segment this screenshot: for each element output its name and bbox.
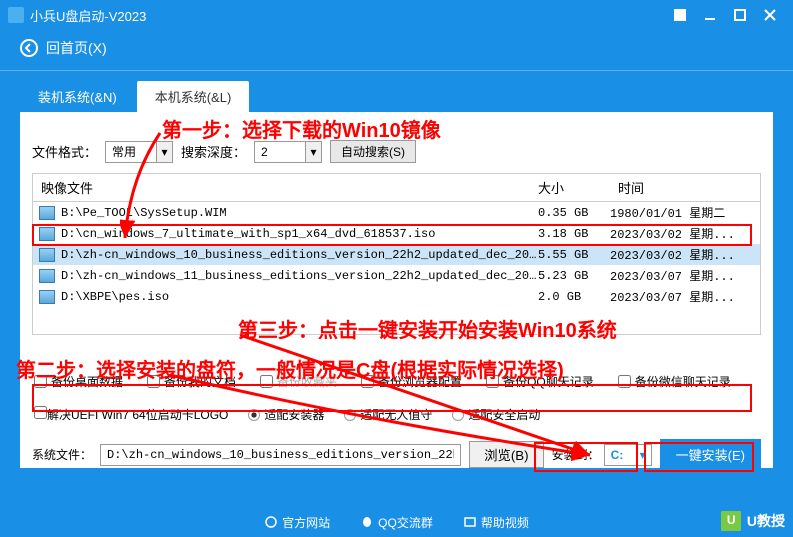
check-backup-fav[interactable]: 备份收藏夹	[260, 373, 337, 390]
logo-icon	[719, 509, 743, 533]
header-image-file[interactable]: 映像文件	[33, 174, 530, 201]
check-uefi-win7[interactable]: 解决UEFI Win7 64位启动卡LOGO	[34, 406, 228, 423]
settings-icon[interactable]	[665, 5, 695, 25]
search-depth-value	[255, 145, 305, 159]
install-to-label: 安装到：	[552, 446, 600, 463]
check-backup-browser[interactable]: 备份浏览器配置	[361, 373, 462, 390]
file-name: D:\zh-cn_windows_10_business_editions_ve…	[61, 248, 538, 262]
file-time: 1980/01/01 星期二	[610, 204, 754, 221]
search-depth-label: 搜索深度：	[181, 142, 246, 161]
file-row[interactable]: D:\XBPE\pes.iso2.0 GB2023/03/07 星期...	[33, 286, 760, 307]
file-icon	[39, 269, 55, 283]
file-size: 5.23 GB	[538, 269, 610, 283]
check-backup-qq[interactable]: 备份QQ聊天记录	[486, 373, 594, 390]
chevron-down-icon: ▾	[635, 445, 651, 465]
file-row[interactable]: D:\zh-cn_windows_11_business_editions_ve…	[33, 265, 760, 286]
file-icon	[39, 290, 55, 304]
radio-installer[interactable]: 适配安装器	[248, 406, 324, 423]
file-name: D:\XBPE\pes.iso	[61, 290, 538, 304]
file-name: B:\Pe_TOOL\SysSetup.WIM	[61, 206, 538, 220]
file-row[interactable]: D:\cn_windows_7_ultimate_with_sp1_x64_dv…	[33, 223, 760, 244]
window-title: 小兵U盘启动-V2023	[30, 6, 665, 25]
file-size: 2.0 GB	[538, 290, 610, 304]
file-format-value	[106, 145, 156, 159]
sysfile-label: 系统文件：	[32, 446, 92, 463]
header-time[interactable]: 时间	[610, 174, 760, 201]
back-button[interactable]: 回首页(X)	[0, 30, 793, 71]
file-row[interactable]: B:\Pe_TOOL\SysSetup.WIM0.35 GB1980/01/01…	[33, 202, 760, 223]
radio-secure-boot[interactable]: 适配安全启动	[452, 406, 540, 423]
file-time: 2023/03/07 星期...	[610, 267, 754, 284]
radio-unattended[interactable]: 适配无人值守	[344, 406, 432, 423]
logo-badge: U教授	[719, 509, 785, 533]
file-icon	[39, 206, 55, 220]
file-time: 2023/03/02 星期...	[610, 225, 754, 242]
footer-help-video[interactable]: 帮助视频	[463, 514, 529, 531]
minimize-icon[interactable]	[695, 5, 725, 25]
file-time: 2023/03/07 星期...	[610, 288, 754, 305]
header-size[interactable]: 大小	[530, 174, 610, 201]
chevron-down-icon: ▾	[305, 142, 321, 162]
file-time: 2023/03/02 星期...	[610, 246, 754, 263]
one-click-install-button[interactable]: 一键安装(E)	[660, 439, 761, 470]
search-depth-select[interactable]: ▾	[254, 141, 322, 163]
chevron-down-icon: ▾	[156, 142, 172, 162]
check-backup-desktop[interactable]: 备份桌面数据	[34, 373, 123, 390]
file-row[interactable]: D:\zh-cn_windows_10_business_editions_ve…	[33, 244, 760, 265]
back-label: 回首页(X)	[46, 38, 107, 58]
back-arrow-icon	[20, 39, 38, 57]
maximize-icon[interactable]	[725, 5, 755, 25]
file-format-label: 文件格式：	[32, 142, 97, 161]
tab-install-system[interactable]: 装机系统(&N)	[20, 81, 135, 112]
install-drive-value	[605, 448, 635, 462]
footer-official-site[interactable]: 官方网站	[264, 514, 330, 531]
footer-qq-group[interactable]: QQ交流群	[360, 514, 433, 531]
file-size: 5.55 GB	[538, 248, 610, 262]
file-name: D:\zh-cn_windows_11_business_editions_ve…	[61, 269, 538, 283]
install-drive-select[interactable]: ▾	[604, 444, 652, 466]
close-icon[interactable]	[755, 5, 785, 25]
browse-button[interactable]: 浏览(B)	[469, 441, 543, 468]
logo-text: U教授	[747, 511, 785, 531]
file-size: 0.35 GB	[538, 206, 610, 220]
check-backup-docs[interactable]: 备份我的文档	[147, 373, 236, 390]
file-size: 3.18 GB	[538, 227, 610, 241]
file-name: D:\cn_windows_7_ultimate_with_sp1_x64_dv…	[61, 227, 538, 241]
tab-local-system[interactable]: 本机系统(&L)	[137, 81, 250, 112]
file-format-select[interactable]: ▾	[105, 141, 173, 163]
auto-search-button[interactable]: 自动搜索(S)	[330, 140, 416, 163]
file-icon	[39, 248, 55, 262]
app-icon	[8, 7, 24, 23]
sysfile-input[interactable]	[100, 444, 461, 466]
check-backup-wechat[interactable]: 备份微信聊天记录	[618, 373, 731, 390]
file-icon	[39, 227, 55, 241]
